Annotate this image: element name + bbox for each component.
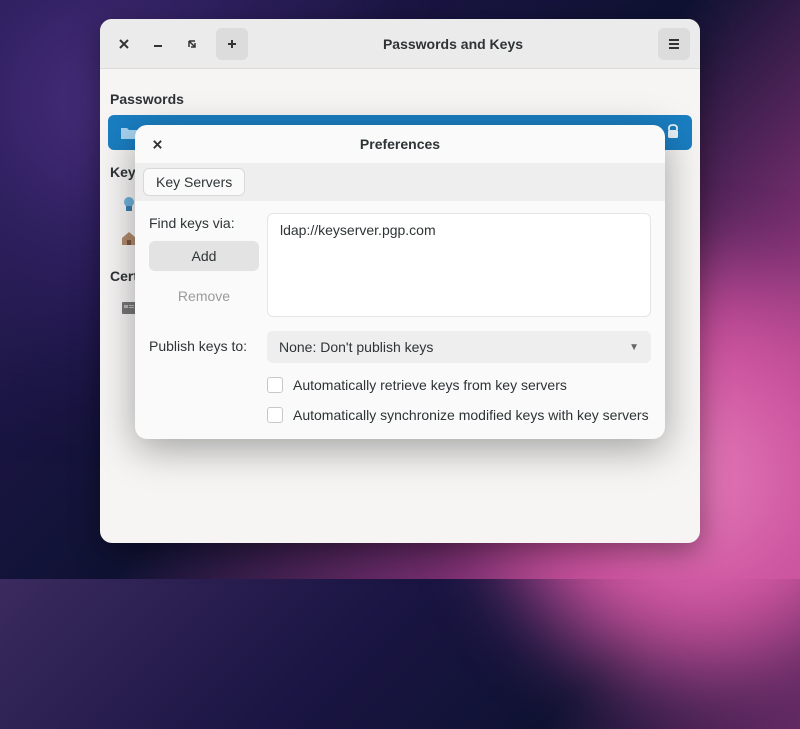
maximize-button[interactable] [178, 30, 206, 58]
auto-retrieve-checkbox[interactable] [267, 377, 283, 393]
section-passwords-header: Passwords [100, 79, 700, 113]
chevron-down-icon: ▼ [629, 342, 639, 353]
lock-icon [666, 123, 680, 142]
add-button[interactable] [216, 28, 248, 60]
titlebar: Passwords and Keys [100, 19, 700, 69]
auto-sync-label: Automatically synchronize modified keys … [293, 407, 649, 423]
publish-keys-dropdown[interactable]: None: Don't publish keys ▼ [267, 331, 651, 363]
menu-button[interactable] [658, 28, 690, 60]
close-button[interactable] [110, 30, 138, 58]
publish-keys-value: None: Don't publish keys [279, 339, 433, 355]
minimize-button[interactable] [144, 30, 172, 58]
auto-sync-checkbox[interactable] [267, 407, 283, 423]
dialog-close-button[interactable] [145, 132, 169, 156]
remove-server-button: Remove [149, 281, 259, 311]
window-title: Passwords and Keys [254, 36, 652, 52]
preferences-dialog: Preferences Key Servers Find keys via: A… [135, 125, 665, 439]
dialog-title: Preferences [135, 136, 665, 152]
find-keys-label: Find keys via: [149, 213, 259, 231]
dialog-tabs: Key Servers [135, 163, 665, 201]
tab-key-servers[interactable]: Key Servers [143, 168, 245, 196]
key-server-list[interactable]: ldap://keyserver.pgp.com [267, 213, 651, 317]
publish-keys-label: Publish keys to: [149, 331, 259, 354]
add-server-button[interactable]: Add [149, 241, 259, 271]
key-server-item[interactable]: ldap://keyserver.pgp.com [278, 220, 640, 240]
auto-retrieve-label: Automatically retrieve keys from key ser… [293, 377, 567, 393]
dialog-titlebar: Preferences [135, 125, 665, 163]
